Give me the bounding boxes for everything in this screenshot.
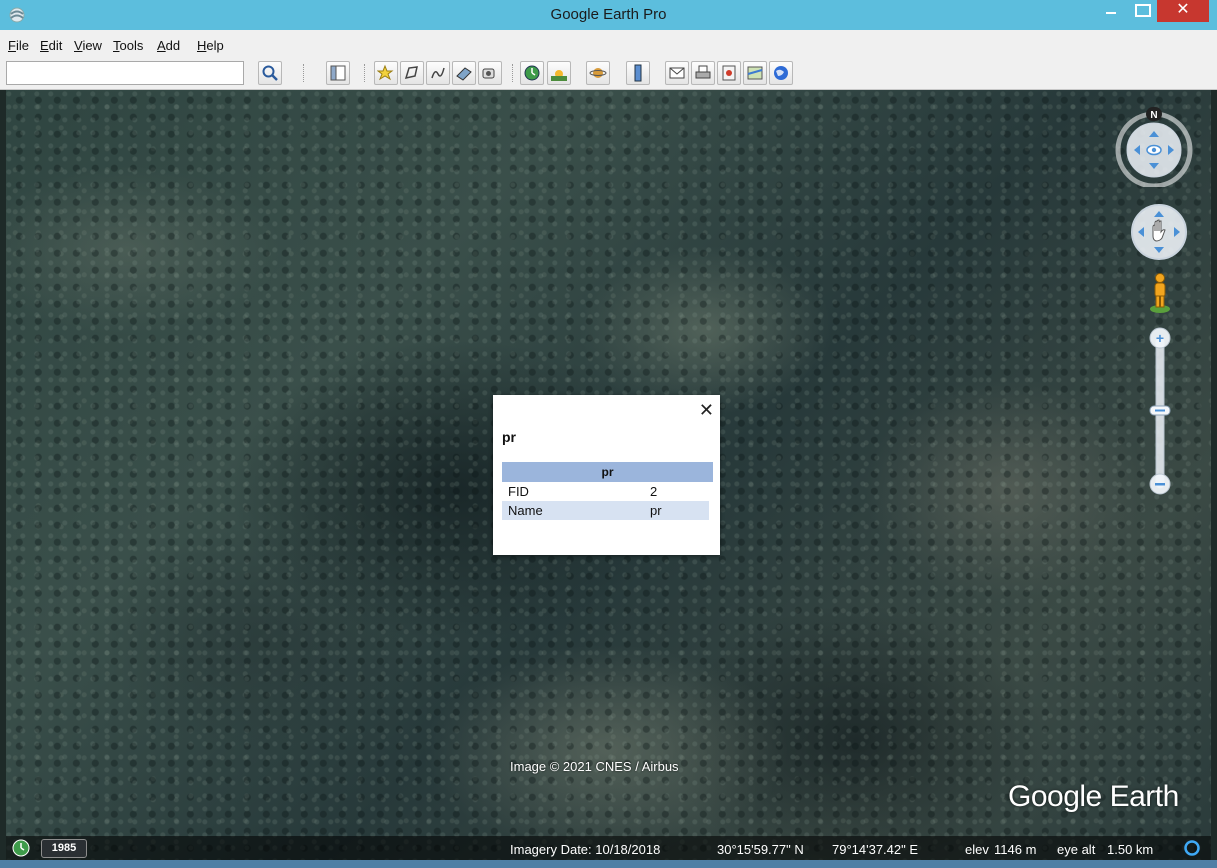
search-icon (262, 65, 278, 81)
menu-help-mnemonic: H (197, 38, 207, 53)
zoom-slider[interactable]: + (1146, 326, 1174, 498)
print-icon (695, 65, 711, 79)
longitude-readout: 79°14'37.42" E (832, 842, 919, 857)
look-navigation-control[interactable]: N (1115, 105, 1193, 187)
table-row: Name pr (502, 501, 709, 520)
zoom-in-icon: + (1156, 330, 1164, 346)
sidebar-toggle-icon (330, 65, 346, 81)
menu-edit-mnemonic: E (40, 38, 49, 53)
menu-edit[interactable]: Edit (40, 38, 62, 53)
add-placemark-button[interactable] (374, 61, 398, 85)
email-icon (669, 67, 685, 79)
imagery-date: Imagery Date: 10/18/2018 (510, 842, 661, 857)
menu-bar: File Edit View Tools Add Help (0, 30, 1217, 56)
move-navigation-control[interactable] (1130, 203, 1188, 261)
sunlight-button[interactable] (547, 61, 571, 85)
eye-alt-readout: 1.50 km (1107, 842, 1154, 857)
taskbar-edge (0, 860, 1217, 868)
historical-imagery-button[interactable] (520, 61, 544, 85)
menu-edit-label: dit (48, 38, 63, 53)
attribute-key: Name (508, 503, 543, 518)
toolbar-separator (303, 64, 304, 82)
menu-tools-label: ools (119, 38, 144, 53)
attribute-table-header: pr (502, 462, 713, 482)
email-button[interactable] (665, 61, 689, 85)
earth-gallery-icon (774, 66, 788, 80)
print-button[interactable] (691, 61, 715, 85)
menu-file[interactable]: File (8, 38, 29, 53)
record-tour-button[interactable] (478, 61, 502, 85)
streaming-indicator-icon (1184, 840, 1200, 856)
save-image-icon (722, 65, 736, 81)
attribute-key: FID (508, 484, 529, 499)
view-in-maps-button[interactable] (743, 61, 767, 85)
eye-alt-label: eye alt (1057, 842, 1096, 857)
menu-help-label: elp (206, 38, 224, 53)
toolbar-separator (512, 64, 513, 82)
ruler-button[interactable] (626, 61, 650, 85)
sunlight-icon (551, 70, 567, 81)
street-view-pegman-icon[interactable] (1148, 272, 1172, 314)
title-bar: Google Earth Pro ✕ (0, 0, 1217, 30)
toolbar (0, 56, 1217, 90)
menu-help[interactable]: Help (197, 38, 224, 53)
add-image-overlay-button[interactable] (452, 61, 476, 85)
historical-imagery-icon (524, 65, 540, 81)
close-window-button[interactable]: ✕ (1157, 0, 1209, 22)
add-path-button[interactable] (426, 61, 450, 85)
menu-view[interactable]: View (74, 38, 102, 53)
save-image-button[interactable] (717, 61, 741, 85)
search-button[interactable] (258, 61, 282, 85)
menu-add[interactable]: Add (157, 38, 180, 53)
add-polygon-icon (404, 66, 418, 80)
record-tour-icon (482, 68, 495, 79)
window-title: Google Earth Pro (550, 6, 667, 23)
sidebar-toggle-button[interactable] (326, 61, 350, 85)
ruler-icon (634, 64, 642, 82)
attribute-table: pr FID 2 Name pr (502, 462, 713, 520)
attribute-value: 2 (650, 484, 658, 499)
feature-info-balloon: ✕ pr pr FID 2 Name pr (493, 395, 720, 555)
menu-file-label: ile (15, 38, 29, 53)
history-year-badge[interactable]: 1985 (41, 839, 87, 858)
earth-gallery-button[interactable] (769, 61, 793, 85)
switch-planet-button[interactable] (586, 61, 610, 85)
add-placemark-icon (377, 64, 394, 81)
add-polygon-button[interactable] (400, 61, 424, 85)
google-earth-logo: Google Earth (1008, 780, 1179, 813)
balloon-close-button[interactable]: ✕ (699, 401, 714, 419)
elevation-label: elev (965, 842, 989, 857)
menu-add-mnemonic: A (157, 38, 166, 53)
zoom-out-icon (1155, 483, 1165, 486)
menu-add-label: dd (165, 38, 181, 53)
latitude-readout: 30°15'59.77" N (717, 842, 804, 857)
search-input[interactable] (6, 61, 244, 85)
attribute-value: pr (650, 503, 662, 518)
switch-planet-icon (589, 68, 607, 78)
menu-file-mnemonic: F (8, 38, 16, 53)
north-label: N (1150, 110, 1157, 121)
minimize-button[interactable] (1097, 0, 1125, 22)
imagery-copyright: Image © 2021 CNES / Airbus (510, 759, 679, 774)
toolbar-separator (364, 64, 365, 82)
balloon-title: pr (502, 429, 516, 445)
historical-imagery-clock-icon[interactable] (11, 838, 31, 858)
add-image-overlay-icon (456, 67, 472, 81)
menu-view-label: iew (82, 38, 102, 53)
table-row: FID 2 (502, 482, 713, 501)
elevation-readout: 1146 m (994, 842, 1037, 857)
view-in-maps-icon (747, 66, 763, 80)
maximize-button[interactable] (1127, 0, 1155, 22)
add-path-icon (431, 67, 445, 79)
menu-tools[interactable]: Tools (113, 38, 143, 53)
